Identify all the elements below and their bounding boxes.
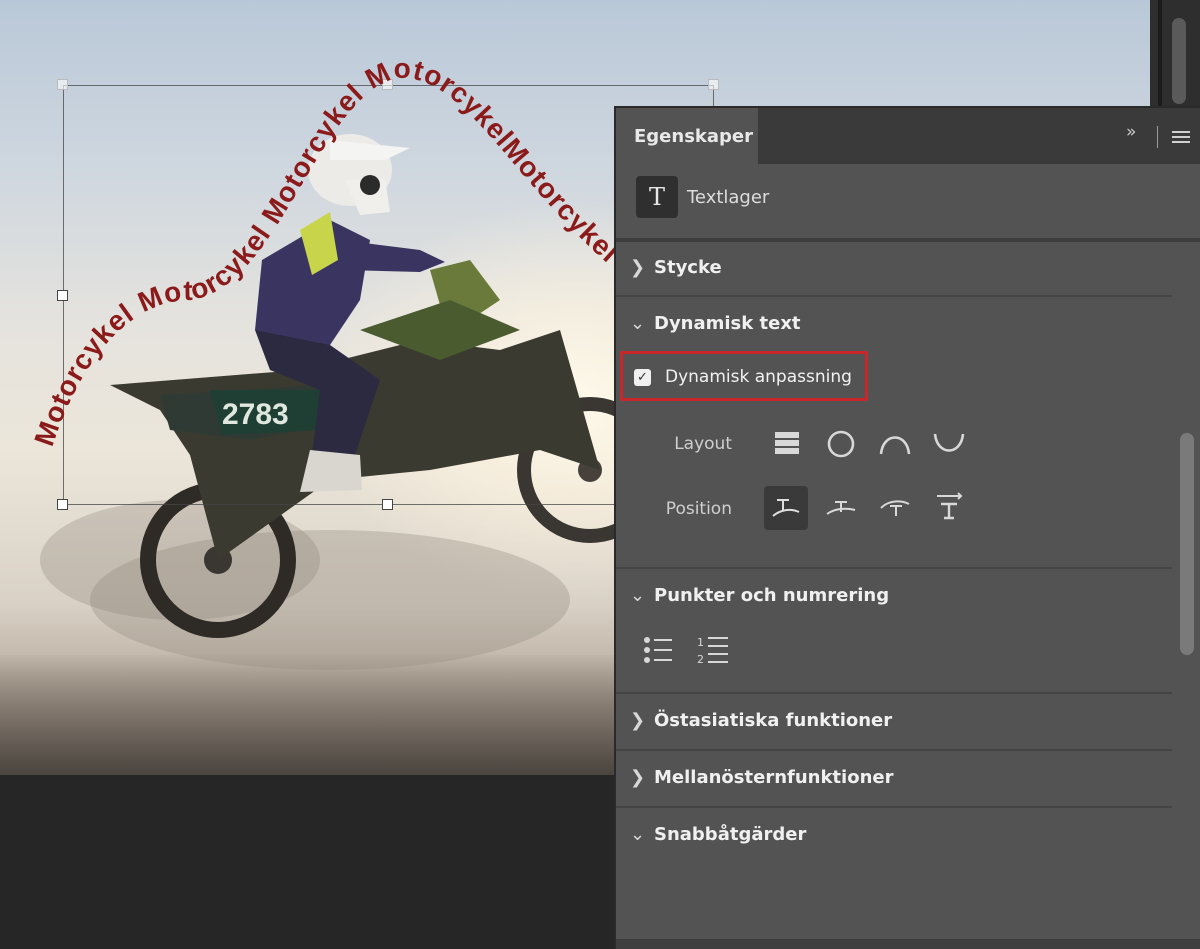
properties-panel: Egenskaper » T Textlager ❯ Stycke ⌄ Dynami… [614,106,1200,949]
layout-label: Layout [674,434,732,454]
text-on-curve-icon [772,499,800,517]
curved-text[interactable]: Motorcykel Motorcykel Motorcykel Motorcy… [0,0,649,450]
panel-menu-icon[interactable] [1172,131,1190,145]
tab-egenskaper[interactable]: Egenskaper [616,108,758,164]
panel-scrollbar[interactable] [1176,243,1200,943]
rectangle-layout-icon[interactable] [765,422,809,466]
text-above-path-icon[interactable] [819,486,863,530]
layer-type-row: T Textlager [616,164,1200,238]
svg-text:2: 2 [697,653,704,666]
canvas-scroll-strip[interactable] [1150,0,1200,110]
section-divider [616,806,1172,808]
chevron-down-icon: ⌄ [630,313,646,334]
dynamic-fit-label: Dynamisk anpassning [665,367,852,387]
numbered-list-icon[interactable]: 1 2 [692,628,736,672]
arch-down-layout-icon[interactable] [927,422,971,466]
position-option-selected[interactable] [764,486,808,530]
circle-layout-icon[interactable] [819,422,863,466]
panel-scroll-thumb[interactable] [1180,433,1194,655]
position-label: Position [665,499,732,519]
collapse-panel-icon[interactable]: » [1126,122,1137,142]
section-divider [616,692,1172,694]
section-snabbatgarder[interactable]: ⌄ Snabbåtgärder [630,824,806,845]
section-mellanostern[interactable]: ❯ Mellanösternfunktioner [630,767,893,788]
chevron-down-icon: ⌄ [630,585,646,606]
section-ostasiatiska[interactable]: ❯ Östasiatiska funktioner [630,710,892,731]
section-stycke[interactable]: ❯ Stycke [630,257,722,278]
text-stretch-icon[interactable] [927,486,971,530]
dynamic-fit-option[interactable]: ✓ Dynamisk anpassning [620,351,868,401]
text-layer-icon: T [636,176,678,218]
arch-up-layout-icon[interactable] [873,422,917,466]
chevron-right-icon: ❯ [630,710,646,731]
section-divider [616,749,1172,751]
chevron-down-icon: ⌄ [630,824,646,845]
chevron-right-icon: ❯ [630,257,646,278]
section-divider [616,567,1172,569]
panel-header: Egenskaper » [616,108,1200,164]
bulleted-list-icon[interactable] [636,628,680,672]
dynamic-fit-checkbox[interactable]: ✓ [634,369,651,386]
chevron-right-icon: ❯ [630,767,646,788]
svg-text:1: 1 [697,636,704,649]
section-punkter[interactable]: ⌄ Punkter och numrering [630,585,889,606]
canvas-scroll-thumb[interactable] [1172,18,1186,104]
section-divider [616,295,1172,297]
text-on-arc-icon[interactable] [873,486,917,530]
panel-bottom-bar [616,939,1200,949]
layer-separator [616,238,1200,242]
strip-edge [1158,0,1162,110]
layer-type-label: Textlager [687,187,770,208]
header-divider [1157,126,1158,148]
section-dynamisk-text[interactable]: ⌄ Dynamisk text [630,313,801,334]
